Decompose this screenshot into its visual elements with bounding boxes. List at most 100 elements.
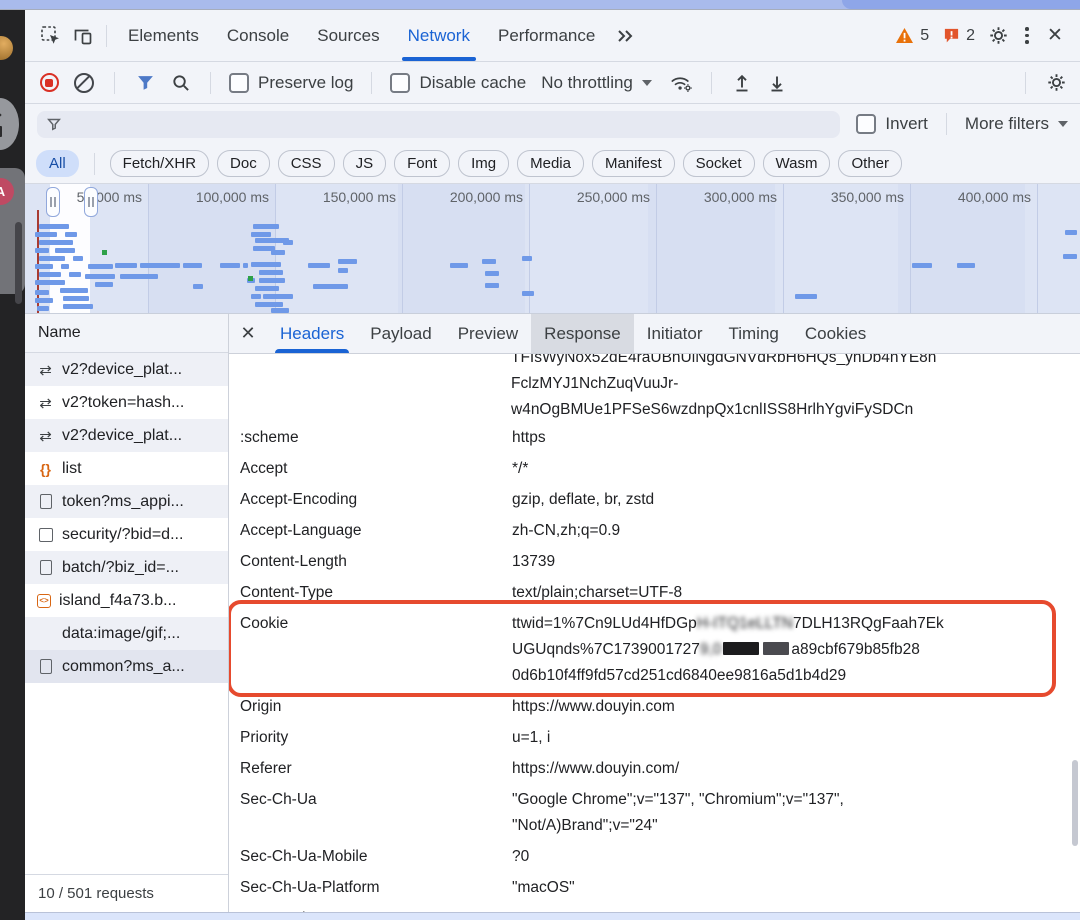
header-row-accept-language: Accept-Languagezh-CN,zh;q=0.9 <box>229 516 1080 547</box>
waterfall-bar <box>220 263 240 268</box>
close-details-icon[interactable]: ✕ <box>229 314 267 353</box>
throttling-select[interactable]: No throttling <box>541 73 652 93</box>
network-conditions-icon[interactable] <box>669 71 693 95</box>
exchange-icon: ⇄ <box>37 361 54 378</box>
request-type-chips: All Fetch/XHR Doc CSS JS Font Img Media Manifest… <box>25 144 1080 184</box>
divider <box>94 153 95 175</box>
details-scrollbar[interactable] <box>1072 760 1078 846</box>
network-overview-timeline[interactable]: 50,000 ms100,000 ms150,000 ms200,000 ms2… <box>25 184 1080 314</box>
header-value: "macOS" <box>512 875 1080 901</box>
request-row-security-bid-d-[interactable]: security/?bid=d... <box>25 518 228 551</box>
request-name: token?ms_appi... <box>62 493 184 511</box>
request-row-v2-token-hash-[interactable]: ⇄v2?token=hash... <box>25 386 228 419</box>
tab-console[interactable]: Console <box>213 10 303 61</box>
details-tab-preview[interactable]: Preview <box>445 314 531 353</box>
header-value: https <box>512 425 1080 451</box>
name-column-header[interactable]: Name <box>25 314 228 353</box>
filter-chip-media[interactable]: Media <box>517 150 584 177</box>
export-har-icon[interactable] <box>765 71 789 95</box>
filter-chip-all[interactable]: All <box>36 150 79 177</box>
waterfall-bar <box>35 280 65 285</box>
checkbox-icon[interactable] <box>390 73 410 93</box>
device-toolbar-icon[interactable] <box>67 21 99 51</box>
header-name: Accept-Language <box>229 518 512 544</box>
requests-panel: Name ⇄v2?device_plat...⇄v2?token=hash...… <box>25 314 229 912</box>
browser-bottom-strip <box>25 912 1080 920</box>
waterfall-bar <box>255 302 283 307</box>
warnings-badge[interactable]: 5 <box>895 27 929 45</box>
filter-row: Invert More filters <box>25 104 1080 144</box>
more-tabs-icon[interactable] <box>609 21 641 51</box>
filter-chip-socket[interactable]: Socket <box>683 150 755 177</box>
tab-network[interactable]: Network <box>394 10 484 61</box>
header-row-accept: Accept*/* <box>229 454 1080 485</box>
details-tab-cookies[interactable]: Cookies <box>792 314 879 353</box>
filter-chip-img[interactable]: Img <box>458 150 509 177</box>
waterfall-bar <box>259 278 285 283</box>
search-icon[interactable] <box>168 71 192 95</box>
sparkle-icon <box>0 109 2 120</box>
filter-input[interactable] <box>37 111 840 138</box>
request-row-v2-device-plat-[interactable]: ⇄v2?device_plat... <box>25 353 228 386</box>
main-tab-strip: ElementsConsoleSourcesNetworkPerformance <box>114 10 609 61</box>
header-row--scheme: :schemehttps <box>229 423 1080 454</box>
request-row-list[interactable]: {}list <box>25 452 228 485</box>
details-tab-response[interactable]: Response <box>531 314 634 353</box>
details-tab-initiator[interactable]: Initiator <box>634 314 716 353</box>
checkbox-icon[interactable] <box>856 114 876 134</box>
kebab-menu-icon[interactable] <box>1014 23 1040 49</box>
header-row-origin: Originhttps://www.douyin.com <box>229 692 1080 723</box>
waterfall-bar <box>39 272 61 277</box>
filter-funnel-icon[interactable] <box>133 71 157 95</box>
filter-chip-wasm[interactable]: Wasm <box>763 150 831 177</box>
sidebar-scrollbar[interactable] <box>15 222 22 304</box>
settings-gear-icon[interactable] <box>982 21 1014 51</box>
time-tick-label: 150,000 ms <box>284 189 396 205</box>
filter-chip-fetch-xhr[interactable]: Fetch/XHR <box>110 150 209 177</box>
network-settings-gear-icon[interactable] <box>1044 71 1068 95</box>
inspect-element-icon[interactable] <box>35 21 67 51</box>
waterfall-bar <box>522 291 534 296</box>
filter-chip-manifest[interactable]: Manifest <box>592 150 675 177</box>
request-row-common-ms-a-[interactable]: common?ms_a... <box>25 650 228 683</box>
overview-right-handle[interactable] <box>84 187 98 217</box>
request-row-v2-device-plat-[interactable]: ⇄v2?device_plat... <box>25 419 228 452</box>
filter-chip-other[interactable]: Other <box>838 150 902 177</box>
request-row-batch-biz-id-[interactable]: batch/?biz_id=... <box>25 551 228 584</box>
header-value: https://www.douyin.com/ <box>512 756 1080 782</box>
import-har-icon[interactable] <box>730 71 754 95</box>
tab-sources[interactable]: Sources <box>303 10 393 61</box>
divider <box>210 72 211 94</box>
exchange-icon: ⇄ <box>37 394 54 411</box>
details-tab-headers[interactable]: Headers <box>267 314 357 353</box>
more-filters-dropdown[interactable]: More filters <box>965 114 1068 134</box>
tab-performance[interactable]: Performance <box>484 10 609 61</box>
details-tab-timing[interactable]: Timing <box>715 314 791 353</box>
sidebar-extension-icon[interactable] <box>0 98 19 150</box>
time-tick-label: 400,000 ms <box>919 189 1031 205</box>
checkbox-icon[interactable] <box>229 73 249 93</box>
filter-chip-doc[interactable]: Doc <box>217 150 270 177</box>
record-network-log-button[interactable] <box>37 71 61 95</box>
doc-icon <box>37 493 54 510</box>
tab-elements[interactable]: Elements <box>114 10 213 61</box>
sidebar-avatar-icon[interactable] <box>0 36 13 60</box>
disable-cache-checkbox[interactable]: Disable cache <box>390 73 526 93</box>
issues-badge[interactable]: 2 <box>943 27 975 45</box>
clear-network-log-icon[interactable] <box>72 71 96 95</box>
preserve-log-checkbox[interactable]: Preserve log <box>229 73 353 93</box>
overview-left-handle[interactable] <box>46 187 60 217</box>
request-row-island-f4a73-b-[interactable]: <>island_f4a73.b... <box>25 584 228 617</box>
filter-chip-css[interactable]: CSS <box>278 150 335 177</box>
header-value: https://www.douyin.com <box>512 694 1080 720</box>
headers-list-top: :schemehttpsAccept*/*Accept-Encodinggzip… <box>229 423 1080 609</box>
request-row-data-image-gif-[interactable]: data:image/gif;... <box>25 617 228 650</box>
details-tab-payload[interactable]: Payload <box>357 314 444 353</box>
close-devtools-icon[interactable]: ✕ <box>1040 24 1070 47</box>
request-row-token-ms-appi-[interactable]: token?ms_appi... <box>25 485 228 518</box>
waterfall-bar <box>308 263 330 268</box>
filter-chip-js[interactable]: JS <box>343 150 387 177</box>
waterfall-bar <box>338 268 348 273</box>
invert-checkbox[interactable]: Invert <box>856 114 928 134</box>
filter-chip-font[interactable]: Font <box>394 150 450 177</box>
